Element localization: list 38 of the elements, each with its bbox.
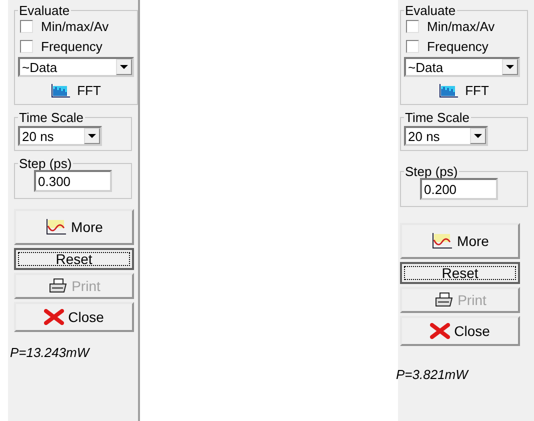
- group-title: Time Scale: [404, 111, 471, 124]
- group-title: Step (ps): [404, 165, 459, 178]
- chart-icon: [431, 233, 454, 249]
- group-title: Evaluate: [18, 4, 71, 17]
- checkbox[interactable]: [20, 20, 33, 32]
- reset-button[interactable]: Reset: [14, 248, 134, 270]
- step-input[interactable]: 0.200: [420, 178, 498, 200]
- bar-chart-icon: [439, 84, 460, 98]
- fft-button[interactable]: FFT: [51, 79, 101, 100]
- time-scale-dropdown[interactable]: 20 ns: [404, 126, 488, 146]
- close-button[interactable]: Close: [14, 302, 134, 332]
- checkbox-label: Frequency: [427, 38, 488, 54]
- more-button[interactable]: More: [14, 209, 134, 245]
- checkbox[interactable]: [20, 40, 33, 52]
- time-scale-dropdown[interactable]: 20 ns: [18, 126, 102, 146]
- checkbox-label: Frequency: [41, 38, 102, 54]
- fft-button[interactable]: FFT: [439, 79, 489, 100]
- close-icon: [44, 309, 64, 325]
- bar-chart-icon: [51, 84, 72, 98]
- checkbox-label: Min/max/Av: [427, 18, 495, 34]
- checkbox-label: Min/max/Av: [41, 18, 109, 34]
- data-dropdown[interactable]: ~Data: [18, 57, 134, 77]
- power-readout: P=13.243mW: [10, 345, 91, 360]
- group-title: Evaluate: [404, 4, 457, 17]
- chart-icon: [45, 219, 68, 235]
- more-button[interactable]: More: [400, 223, 520, 259]
- step-input[interactable]: 0.300: [34, 170, 112, 192]
- close-icon: [430, 323, 450, 339]
- group-title: Time Scale: [18, 111, 85, 124]
- checkbox[interactable]: [406, 20, 419, 32]
- checkbox[interactable]: [406, 40, 419, 52]
- printer-icon: [434, 292, 454, 308]
- reset-button[interactable]: Reset: [400, 262, 520, 284]
- data-dropdown[interactable]: ~Data: [404, 57, 520, 77]
- group-title: Step (ps): [18, 157, 73, 170]
- power-readout: P=3.821mW: [396, 367, 470, 382]
- close-button[interactable]: Close: [400, 316, 520, 346]
- printer-icon: [48, 278, 68, 294]
